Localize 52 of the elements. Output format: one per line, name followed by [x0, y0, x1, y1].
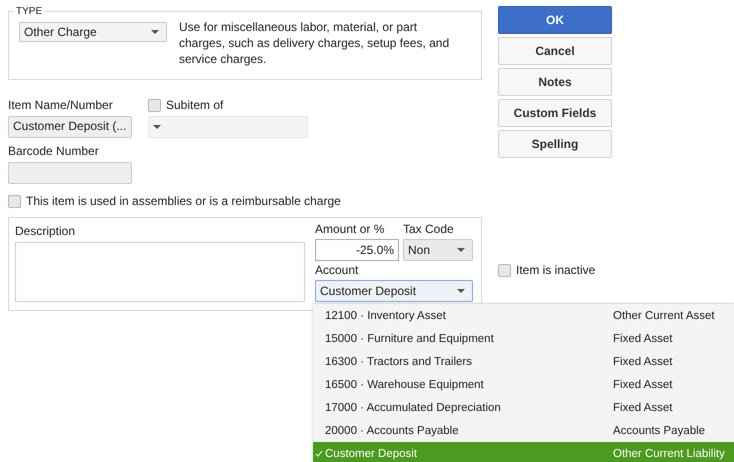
- caret-icon: [151, 30, 159, 34]
- account-name: 12100 · Inventory Asset: [325, 310, 447, 322]
- account-option[interactable]: 12100 · Inventory Asset Other Current Asset: [313, 304, 734, 327]
- assemblies-checkbox[interactable]: [8, 194, 21, 208]
- checkbox-label: This item is used in assemblies or is a reimbursable charge: [26, 194, 341, 208]
- description-field[interactable]: [15, 242, 305, 302]
- field-label: Account: [315, 263, 360, 278]
- caret-icon: [457, 288, 465, 292]
- checkbox-label: Subitem of: [166, 98, 224, 112]
- check-icon: [315, 450, 323, 458]
- account-name: Customer Deposit: [325, 448, 418, 460]
- dialog-button[interactable]: Spelling: [498, 130, 612, 158]
- tax-code-dropdown[interactable]: Non: [403, 238, 473, 260]
- account-option[interactable]: 15000 · Furniture and Equipment Fixed Asset: [313, 327, 734, 350]
- account-name: 16500 · Warehouse Equipment: [325, 378, 485, 390]
- amount-field[interactable]: -25.0%: [315, 238, 399, 260]
- account-type: Fixed Asset: [613, 332, 672, 344]
- dialog-button[interactable]: Cancel: [498, 37, 612, 65]
- account-option[interactable]: Customer Deposit Other Current Liability: [313, 442, 734, 462]
- subitem-checkbox[interactable]: [148, 98, 161, 112]
- field-label: Amount or %: [315, 222, 386, 236]
- field-label: Barcode Number: [8, 144, 100, 158]
- account-option[interactable]: 16500 · Warehouse Equipment Fixed Asset: [313, 373, 734, 396]
- field-label: Description: [15, 224, 76, 238]
- account-type: Fixed Asset: [613, 378, 672, 390]
- subitem-dropdown[interactable]: [148, 116, 308, 138]
- dialog-button[interactable]: Custom Fields: [498, 99, 612, 127]
- account-type: Other Current Liability: [613, 448, 725, 460]
- dialog-button[interactable]: Notes: [498, 68, 612, 96]
- account-type: Accounts Payable: [613, 424, 706, 436]
- caret-icon: [153, 125, 161, 129]
- account-type: Fixed Asset: [613, 356, 672, 368]
- type-description: Use for miscellaneous labor, material, or part charges, such as delivery charges, setup fees, and service charges.: [179, 19, 450, 67]
- account-name: 15000 · Furniture and Equipment: [325, 332, 495, 344]
- account-type: Fixed Asset: [613, 402, 672, 414]
- account-option[interactable]: 17000 · Accumulated Depreciation Fixed Asset: [313, 396, 734, 419]
- account-name: 16300 · Tractors and Trailers: [325, 356, 474, 368]
- field-label: Item Name/Number: [8, 98, 114, 112]
- item-name-field[interactable]: Customer Deposit (...: [8, 116, 132, 138]
- dialog-button[interactable]: OK: [498, 6, 612, 34]
- account-dropdown[interactable]: Customer Deposit: [315, 280, 473, 302]
- account-name: 17000 · Accumulated Depreciation: [325, 402, 502, 414]
- field-label: Tax Code: [403, 222, 455, 236]
- barcode-field[interactable]: [8, 162, 132, 184]
- checkbox-label: Item is inactive: [516, 263, 596, 277]
- type-dropdown[interactable]: Other Charge: [19, 22, 167, 42]
- account-option[interactable]: 20000 · Accounts Payable Accounts Payable: [313, 419, 734, 442]
- caret-icon: [457, 248, 465, 252]
- account-option[interactable]: 16300 · Tractors and Trailers Fixed Asset: [313, 350, 734, 373]
- account-name: 20000 · Accounts Payable: [325, 424, 460, 436]
- type-legend: TYPE: [13, 6, 46, 17]
- account-type: Other Current Asset: [613, 310, 715, 322]
